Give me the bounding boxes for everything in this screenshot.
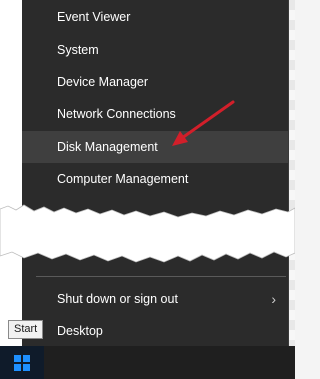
desktop-left-strip [0, 0, 22, 346]
menu-item-disk-management[interactable]: Disk Management [22, 131, 288, 163]
start-tooltip: Start [8, 320, 44, 339]
start-button[interactable] [0, 346, 44, 379]
menu-item-device-manager[interactable]: Device Manager [22, 66, 288, 98]
menu-item-desktop[interactable]: Desktop [22, 315, 288, 347]
menu-item-shut-down-label: Shut down or sign out [57, 292, 178, 306]
windows-logo-icon [14, 355, 30, 371]
menu-separator [36, 276, 286, 277]
torn-paper-divider [0, 204, 295, 263]
menu-item-system[interactable]: System [22, 34, 288, 66]
menu-item-network-connections[interactable]: Network Connections [22, 98, 288, 130]
power-user-menu: Event Viewer System Device Manager Netwo… [22, 0, 289, 346]
menu-item-shut-down[interactable]: Shut down or sign out › [22, 283, 288, 315]
chevron-right-icon: › [271, 291, 276, 307]
taskbar [0, 346, 295, 379]
menu-item-event-viewer[interactable]: Event Viewer [22, 1, 288, 33]
menu-item-computer-management[interactable]: Computer Management [22, 163, 288, 195]
